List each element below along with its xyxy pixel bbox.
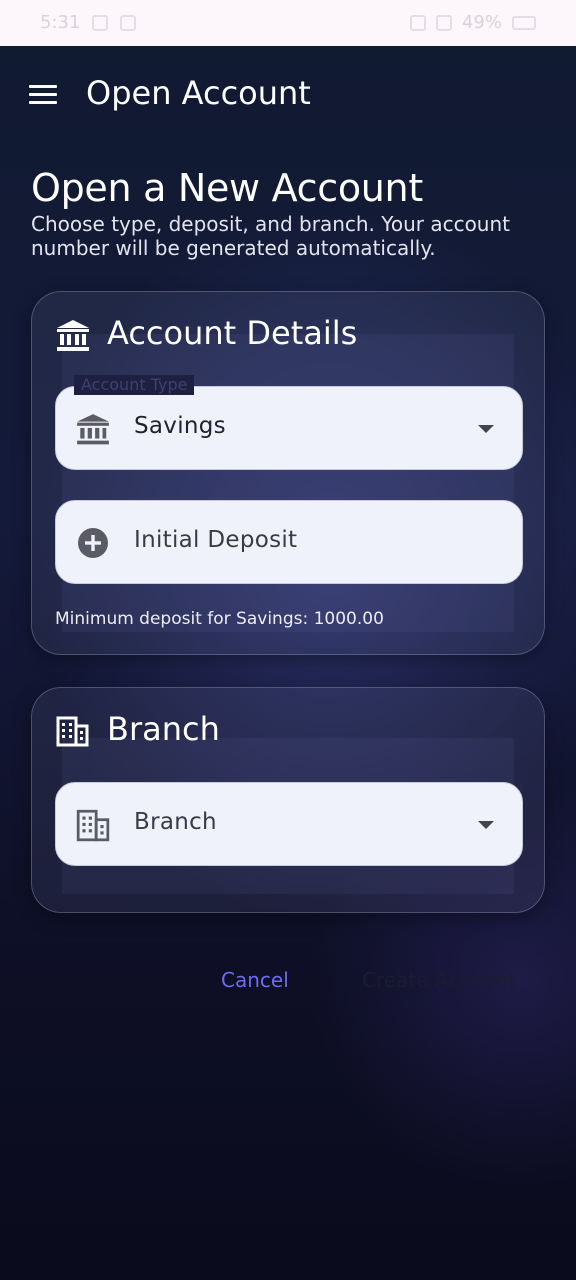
initial-deposit-placeholder: Initial Deposit (134, 527, 298, 553)
branch-select[interactable]: Branch (55, 782, 523, 866)
add-circle-icon (75, 525, 111, 561)
page-heading: Open a New Account (31, 166, 423, 210)
menu-button[interactable] (24, 78, 64, 112)
account-details-card: Account Details Savings Account Type Ini… (31, 291, 545, 655)
chevron-down-icon (478, 425, 494, 433)
status-left: 5:31 (40, 12, 137, 33)
bank-icon (56, 318, 90, 352)
branch-title: Branch (107, 710, 220, 748)
status-bar: 5:31 49% (0, 0, 576, 46)
app-title: Open Account (86, 74, 311, 112)
branch-card: Branch Branch (31, 687, 545, 913)
initial-deposit-field[interactable]: Initial Deposit (55, 500, 523, 584)
create-account-button[interactable]: Create Account (362, 968, 516, 992)
building-icon (75, 807, 111, 843)
battery-icon (512, 15, 536, 30)
chevron-down-icon (478, 821, 494, 829)
cancel-button[interactable]: Cancel (221, 968, 289, 992)
signal-icon (409, 14, 426, 31)
battery-percentage: 49% (461, 12, 502, 33)
form-actions: Cancel Create Account (0, 960, 576, 1000)
account-type-value: Savings (134, 413, 226, 439)
branch-placeholder: Branch (134, 809, 217, 835)
wifi-icon (435, 14, 452, 31)
bank-icon (75, 411, 111, 447)
account-type-select[interactable]: Savings (55, 386, 523, 470)
account-type-label: Account Type (74, 375, 195, 395)
notification-icon (92, 14, 109, 31)
minimum-deposit-helper: Minimum deposit for Savings: 1000.00 (55, 609, 384, 629)
building-icon (56, 714, 90, 748)
account-details-title: Account Details (107, 314, 358, 352)
status-time: 5:31 (40, 12, 81, 33)
status-right: 49% (409, 12, 536, 33)
mail-icon (120, 14, 137, 31)
page-subheading: Choose type, deposit, and branch. Your a… (31, 212, 511, 260)
app-bar: Open Account (0, 46, 576, 142)
